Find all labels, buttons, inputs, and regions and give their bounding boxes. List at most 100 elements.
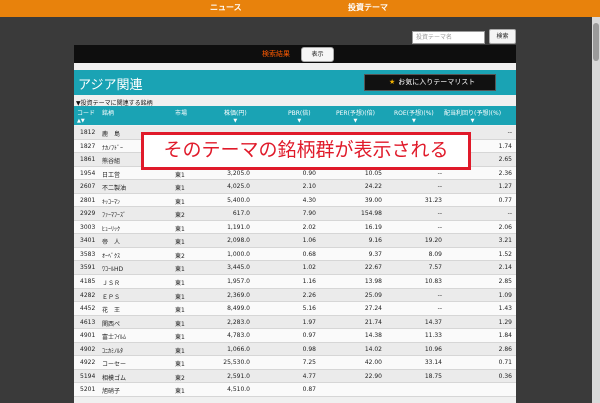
cell-code: 1861 xyxy=(80,156,96,164)
table-row[interactable]: 4901 富士ﾌｲﾙﾑ 東1 4,783.0 0.97 14.38 11.33 1.84 xyxy=(74,329,516,343)
cell-pbr: 1.97 xyxy=(302,318,316,326)
vertical-scrollbar[interactable] xyxy=(592,17,600,403)
cell-roe: -- xyxy=(437,291,442,299)
favorite-theme-list-button[interactable]: ★ お気に入りテーマリスト xyxy=(364,74,496,91)
cell-name[interactable]: 熊谷組 xyxy=(102,156,120,165)
cell-market: 東1 xyxy=(175,347,185,355)
cell-yield: 2.86 xyxy=(498,345,512,353)
col-header-roe[interactable]: ROE(予想)(%) ▼ xyxy=(394,108,434,124)
sort-arrow-icon[interactable]: ▼ xyxy=(288,118,311,124)
table-row[interactable]: 3583 ｵｰﾍﾞｸｽ 東2 1,000.0 0.68 9.37 8.09 1.52 xyxy=(74,247,516,262)
nav-tab-news[interactable]: ニュース xyxy=(210,2,242,13)
table-row[interactable]: 2801 ｷｯｺｰﾏﾝ 東1 5,400.0 4.30 39.00 31.23 0.77 xyxy=(74,193,516,208)
cell-name[interactable]: ﾅｶﾉﾌﾄﾞｰ xyxy=(102,143,123,152)
cell-yield: 1.74 xyxy=(498,142,512,150)
cell-market: 東2 xyxy=(175,252,185,260)
nav-tab-theme[interactable]: 投資テーマ xyxy=(348,2,388,13)
table-row[interactable]: 4185 ＪＳＲ 東1 1,957.0 1.16 13.98 10.83 2.85 xyxy=(74,275,516,289)
cell-price: 2,098.0 xyxy=(227,237,250,245)
col-header-per[interactable]: PER(予想)(倍) ▼ xyxy=(336,108,375,124)
cell-per: 9.16 xyxy=(368,237,382,245)
table-row[interactable]: 3591 ﾜｺｰﾙHD 東1 3,445.0 1.02 22.67 7.57 2.14 xyxy=(74,261,516,276)
cell-market: 東1 xyxy=(175,266,185,274)
cell-per: 9.37 xyxy=(368,250,382,258)
search-result-bar: 検索結果 表示 xyxy=(74,45,516,63)
cell-name[interactable]: 帝 人 xyxy=(102,237,120,246)
cell-code: 2929 xyxy=(80,210,96,218)
cell-code: 3003 xyxy=(80,223,96,231)
cell-roe: -- xyxy=(437,183,442,191)
table-row[interactable]: 4452 花 王 東1 8,499.0 5.16 27.24 -- 1.43 xyxy=(74,302,516,316)
cell-name[interactable]: ｺﾆｶﾐﾉﾙﾀ xyxy=(102,346,123,355)
cell-pbr: 0.87 xyxy=(302,386,316,394)
cell-pbr: 2.26 xyxy=(302,291,316,299)
col-header-pbr[interactable]: PBR(倍) ▼ xyxy=(288,108,311,124)
cell-name[interactable]: 不二製油 xyxy=(102,183,126,192)
cell-yield: 1.09 xyxy=(498,291,512,299)
cell-name[interactable]: ＪＳＲ xyxy=(102,278,120,287)
cell-code: 4185 xyxy=(80,278,96,286)
table-row[interactable]: 4922 コーセー 東1 25,530.0 7.25 42.00 33.14 0.71 xyxy=(74,356,516,370)
cell-price: 5,400.0 xyxy=(227,196,250,204)
table-row[interactable]: 5194 相模ゴム 東2 2,591.0 4.77 22.90 18.75 0.36 xyxy=(74,369,516,384)
cell-code: 4922 xyxy=(80,359,96,367)
cell-yield: 2.14 xyxy=(498,264,512,272)
cell-roe: 18.75 xyxy=(424,372,442,380)
cell-market: 東1 xyxy=(175,225,185,233)
scrollbar-thumb[interactable] xyxy=(593,23,599,61)
cell-name[interactable]: 旭硝子 xyxy=(102,386,120,395)
cell-name[interactable]: ｵｰﾍﾞｸｽ xyxy=(102,251,120,260)
cell-per: 16.19 xyxy=(364,223,382,231)
cell-market: 東2 xyxy=(175,374,185,382)
cell-market: 東1 xyxy=(175,185,185,193)
cell-yield: -- xyxy=(507,210,512,218)
cell-yield: 1.43 xyxy=(498,305,512,313)
cell-name[interactable]: ﾋｭｰﾘｯｸ xyxy=(102,224,120,233)
cell-name[interactable]: ﾌｧｰﾏﾌｰｽﾞ xyxy=(102,210,126,219)
col-header-price[interactable]: 株価(円) ▼ xyxy=(224,108,247,124)
cell-pbr: 0.97 xyxy=(302,332,316,340)
cell-name[interactable]: ｷｯｺｰﾏﾝ xyxy=(102,197,120,206)
sort-arrow-icon[interactable]: ▼ xyxy=(336,118,375,124)
cell-yield: 2.36 xyxy=(498,169,512,177)
cell-name[interactable]: コーセー xyxy=(102,359,126,368)
search-button[interactable]: 検索 xyxy=(489,29,516,44)
cell-name[interactable]: 鹿 島 xyxy=(102,129,120,138)
cell-market: 東1 xyxy=(175,239,185,247)
table-row[interactable]: 3003 ﾋｭｰﾘｯｸ 東1 1,191.0 2.02 16.19 -- 2.06 xyxy=(74,220,516,235)
cell-yield: 1.84 xyxy=(498,332,512,340)
col-header-code[interactable]: コード ▲▼ xyxy=(77,108,95,124)
sort-arrow-icon[interactable]: ▼ xyxy=(394,118,434,124)
cell-code: 2801 xyxy=(80,196,96,204)
cell-name[interactable]: 花 王 xyxy=(102,305,120,314)
cell-code: 3401 xyxy=(80,237,96,245)
cell-price: 3,205.0 xyxy=(227,169,250,177)
cell-name[interactable]: 日工営 xyxy=(102,170,120,179)
cell-roe: -- xyxy=(437,305,442,313)
sort-arrow-icon[interactable]: ▼ xyxy=(224,118,247,124)
cell-market: 東1 xyxy=(175,307,185,315)
cell-pbr: 1.06 xyxy=(302,237,316,245)
theme-search-input[interactable]: 投資テーマ名 xyxy=(412,31,485,44)
table-row[interactable]: 4613 関西ペ 東1 2,283.0 1.97 21.74 14.37 1.29 xyxy=(74,315,516,330)
cell-pbr: 1.16 xyxy=(302,278,316,286)
table-row[interactable]: 3401 帝 人 東1 2,098.0 1.06 9.16 19.20 3.21 xyxy=(74,234,516,248)
table-row[interactable]: 5201 旭硝子 東1 4,510.0 0.87 xyxy=(74,383,516,397)
table-row[interactable]: 2929 ﾌｧｰﾏﾌｰｽﾞ 東2 617.0 7.90 154.98 -- -- xyxy=(74,207,516,221)
cell-name[interactable]: 関西ペ xyxy=(102,319,120,328)
page-title: アジア関連 xyxy=(78,78,143,93)
cell-name[interactable]: 富士ﾌｲﾙﾑ xyxy=(102,332,126,341)
table-row[interactable]: 4902 ｺﾆｶﾐﾉﾙﾀ 東1 1,066.0 0.98 14.02 10.96 2.86 xyxy=(74,342,516,357)
sort-arrows-icon[interactable]: ▲▼ xyxy=(77,118,95,124)
display-button[interactable]: 表示 xyxy=(301,47,334,62)
cell-name[interactable]: ﾜｺｰﾙHD xyxy=(102,264,123,273)
table-row[interactable]: 4282 ＥＰＳ 東1 2,369.0 2.26 25.09 -- 1.09 xyxy=(74,288,516,303)
cell-name[interactable]: ＥＰＳ xyxy=(102,292,120,301)
cell-per: 14.02 xyxy=(364,345,382,353)
col-header-yield[interactable]: 配当利回り(予想)(%) ▼ xyxy=(444,108,501,124)
cell-price: 4,025.0 xyxy=(227,183,250,191)
cell-name[interactable]: 相模ゴム xyxy=(102,373,126,382)
cell-roe: 10.96 xyxy=(424,345,442,353)
sort-arrow-icon[interactable]: ▼ xyxy=(444,118,501,124)
table-row[interactable]: 2607 不二製油 東1 4,025.0 2.10 24.22 -- 1.27 xyxy=(74,180,516,194)
